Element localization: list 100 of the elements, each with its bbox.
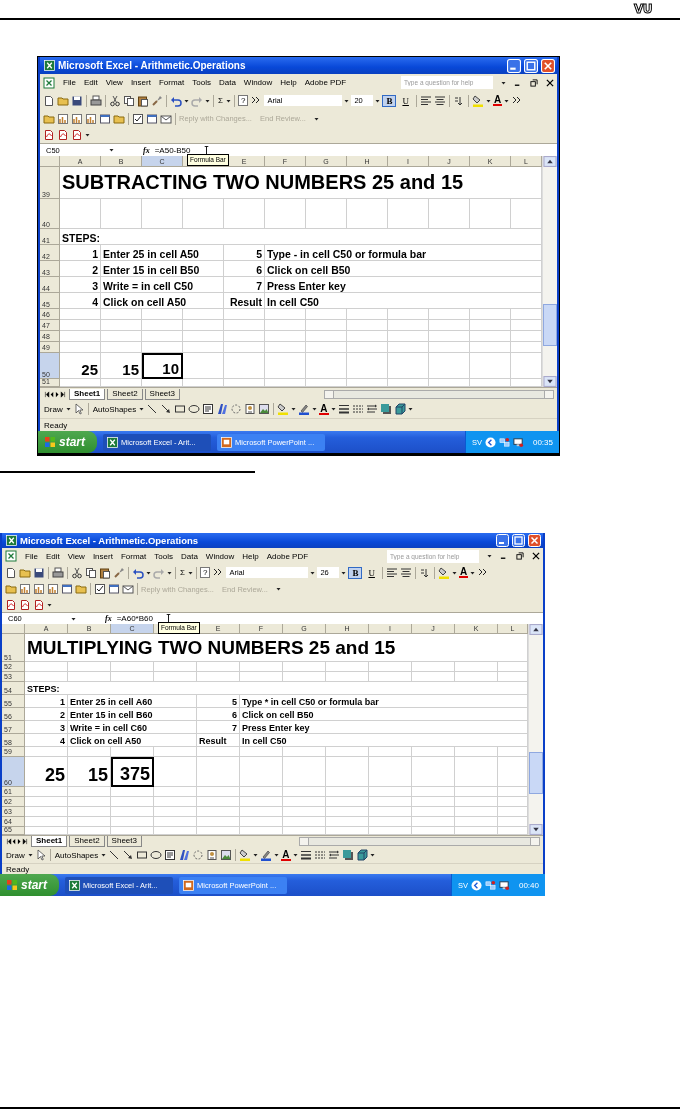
chart-icon[interactable] xyxy=(47,583,59,595)
minimize-button[interactable] xyxy=(496,534,509,547)
brush-icon[interactable] xyxy=(113,566,125,579)
font-color-button[interactable]: A xyxy=(492,95,503,106)
start-button[interactable]: start xyxy=(38,431,97,453)
menu-item[interactable]: Edit xyxy=(83,78,98,87)
envelope-icon[interactable] xyxy=(160,112,172,125)
draw-menu-button[interactable]: Draw xyxy=(5,850,26,860)
oval-icon[interactable] xyxy=(150,849,163,861)
decimal-icon[interactable] xyxy=(452,94,465,107)
menu-item[interactable]: File xyxy=(63,78,76,87)
cube-icon[interactable] xyxy=(355,849,368,861)
font-color-button[interactable]: A xyxy=(319,403,329,415)
autosum-button[interactable]: Σ xyxy=(179,568,186,577)
pen-icon[interactable] xyxy=(260,849,273,861)
arrow-style-icon[interactable] xyxy=(327,849,340,861)
menu-item[interactable]: Insert xyxy=(92,551,113,561)
sheet-tab[interactable]: Sheet2 xyxy=(69,836,105,847)
format-button[interactable]: U xyxy=(398,94,413,107)
rectangle-icon[interactable] xyxy=(174,403,187,415)
function-label[interactable]: fx xyxy=(105,614,112,623)
scroll-thumb[interactable] xyxy=(529,752,543,794)
align-center-icon[interactable] xyxy=(399,566,412,579)
sheet-tab[interactable]: Sheet1 xyxy=(31,836,68,847)
horizontal-scrollbar[interactable] xyxy=(324,389,554,399)
menu-item[interactable]: Data xyxy=(218,78,236,87)
autosum-button[interactable]: Σ xyxy=(217,96,224,105)
clip-art-icon[interactable] xyxy=(244,403,257,415)
pdf-icon[interactable] xyxy=(33,598,45,611)
new-document-icon[interactable] xyxy=(5,566,17,579)
folder-icon[interactable] xyxy=(5,583,17,595)
copy-icon[interactable] xyxy=(85,566,97,579)
menu-item[interactable]: Tools xyxy=(154,551,173,561)
draw-menu-button[interactable]: Draw xyxy=(43,404,64,414)
clip-art-icon[interactable] xyxy=(206,849,219,861)
maximize-button[interactable] xyxy=(524,58,538,73)
fill-bucket-icon[interactable] xyxy=(437,566,450,579)
chart-icon[interactable] xyxy=(71,112,83,125)
function-label[interactable]: fx xyxy=(143,145,150,155)
expand-tray-icon[interactable] xyxy=(484,436,496,448)
chart-icon[interactable] xyxy=(33,583,45,595)
clipboard-icon[interactable] xyxy=(137,94,149,107)
vertical-scrollbar[interactable] xyxy=(542,156,557,387)
restore-icon[interactable] xyxy=(530,78,538,87)
slanted-shape-icon[interactable] xyxy=(178,849,191,861)
sheet-tab[interactable]: Sheet1 xyxy=(69,388,106,400)
close-button[interactable] xyxy=(528,534,541,547)
cube-icon[interactable] xyxy=(393,403,406,415)
window-icon[interactable] xyxy=(99,112,111,125)
align-center-icon[interactable] xyxy=(433,94,446,107)
scissors-icon[interactable] xyxy=(109,94,121,107)
close-button[interactable] xyxy=(541,58,555,73)
format-button[interactable]: B xyxy=(348,566,363,579)
text-box-icon[interactable] xyxy=(164,849,177,861)
align-left-icon[interactable] xyxy=(385,566,398,579)
format-button[interactable]: B xyxy=(382,94,397,107)
menu-item[interactable]: Format xyxy=(158,78,185,87)
chart-icon[interactable] xyxy=(19,583,31,595)
text-box-icon[interactable] xyxy=(202,403,215,415)
restore-icon[interactable] xyxy=(516,552,524,560)
arrow-style-icon[interactable] xyxy=(365,403,378,415)
workbook-icon[interactable] xyxy=(5,550,17,562)
window-icon[interactable] xyxy=(146,112,158,125)
autoshapes-menu-button[interactable]: AutoShapes xyxy=(53,850,100,860)
pdf-icon[interactable] xyxy=(71,129,83,141)
arrow-icon[interactable] xyxy=(122,849,135,861)
menu-item[interactable]: Edit xyxy=(45,551,60,561)
font-color-button[interactable]: A xyxy=(458,567,469,578)
menu-item[interactable]: Help xyxy=(280,78,297,87)
fill-bucket-icon[interactable] xyxy=(239,849,252,861)
arrow-icon[interactable] xyxy=(160,403,173,415)
brush-icon[interactable] xyxy=(151,94,163,107)
checkbox-icon[interactable] xyxy=(94,583,106,595)
image-icon[interactable] xyxy=(258,403,271,415)
maximize-button[interactable] xyxy=(512,534,525,547)
monitor-icon[interactable] xyxy=(512,436,524,448)
network-icon[interactable] xyxy=(484,879,496,891)
window-icon[interactable] xyxy=(61,583,73,595)
oval-icon[interactable] xyxy=(188,403,201,415)
start-button[interactable]: start xyxy=(0,874,59,896)
menu-item[interactable]: Insert xyxy=(130,78,151,87)
scroll-thumb[interactable] xyxy=(543,304,557,346)
workbook-icon[interactable] xyxy=(43,76,55,89)
menu-item[interactable]: Adobe PDF xyxy=(266,551,309,561)
menu-item[interactable]: Window xyxy=(243,78,273,87)
close-icon[interactable] xyxy=(546,78,554,87)
menu-item[interactable]: Help xyxy=(242,551,259,561)
minimize-button[interactable] xyxy=(507,58,521,73)
fill-bucket-icon[interactable] xyxy=(277,403,290,415)
pdf-icon[interactable] xyxy=(57,129,69,141)
copy-icon[interactable] xyxy=(123,94,135,107)
sheet-tab[interactable]: Sheet2 xyxy=(107,388,143,400)
decimal-icon[interactable] xyxy=(418,566,431,579)
pen-icon[interactable] xyxy=(298,403,311,415)
folder-icon[interactable] xyxy=(113,112,125,125)
new-document-icon[interactable] xyxy=(43,94,55,107)
shadow-icon[interactable] xyxy=(379,403,392,415)
sheet-navigation-icon[interactable] xyxy=(5,838,29,845)
menu-item[interactable]: Window xyxy=(205,551,235,561)
format-button[interactable]: U xyxy=(364,566,379,579)
